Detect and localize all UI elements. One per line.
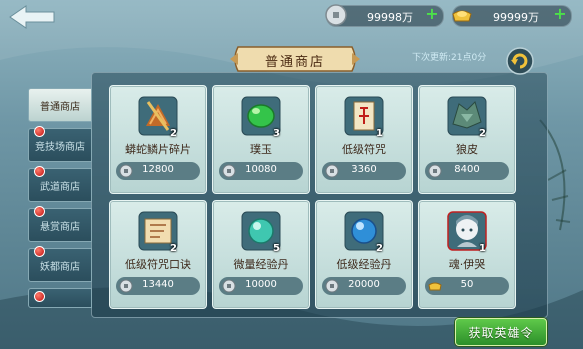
item-name: 低级符咒: [342, 143, 386, 156]
silver-currency-display: 99998万 +: [325, 4, 444, 27]
shop-item-card[interactable]: 2 蟒蛇鳞片碎片 12800: [109, 85, 207, 194]
tab-bounty-shop[interactable]: 悬赏商店: [28, 206, 92, 242]
back-button[interactable]: [8, 4, 58, 30]
tab-general-shop[interactable]: 普通商店: [28, 88, 92, 122]
price-bar: 10080: [219, 162, 303, 180]
item-count: 1: [376, 128, 383, 139]
item-price: 3360: [351, 164, 377, 175]
price-bar: 50: [425, 277, 509, 295]
item-name: 璞玉: [250, 143, 272, 156]
item-name: 低级经验丹: [336, 258, 392, 271]
tab-label: 武道商店: [40, 182, 80, 193]
refresh-time-text: 下次更新:21点0分: [412, 53, 487, 63]
tab-label: 妖都商店: [40, 262, 80, 273]
price-bar: 13440: [116, 277, 200, 295]
refresh-icon: [506, 47, 534, 75]
price-bar: 12800: [116, 162, 200, 180]
item-name: 低级符咒口诀: [125, 258, 191, 271]
gold-ingot-icon: [452, 10, 472, 22]
item-count: 5: [273, 243, 280, 254]
add-gold-button[interactable]: +: [553, 6, 567, 22]
price-bar: 10000: [219, 277, 303, 295]
notification-badge: [34, 246, 45, 257]
item-price: 10000: [245, 279, 277, 290]
silver-coin-icon: [325, 4, 347, 26]
price-bar: 8400: [425, 162, 509, 180]
price-bar: 3360: [322, 162, 406, 180]
item-count: 2: [170, 128, 177, 139]
notification-badge: [34, 291, 45, 302]
item-name: 狼皮: [456, 143, 478, 156]
item-price: 12800: [142, 164, 174, 175]
shop-item-card[interactable]: 1 魂·伊哭 50: [418, 200, 516, 309]
item-count: 2: [376, 243, 383, 254]
shop-title-banner: 普通商店: [230, 43, 360, 75]
get-hero-token-button[interactable]: 获取英雄令: [455, 318, 547, 346]
tab-label: 悬赏商店: [40, 222, 80, 233]
item-count: 3: [273, 128, 280, 139]
item-price: 10080: [245, 164, 277, 175]
notification-badge: [34, 206, 45, 217]
item-name: 微量经验丹: [233, 258, 289, 271]
price-bar: 20000: [322, 277, 406, 295]
tab-martial-shop[interactable]: 武道商店: [28, 166, 92, 202]
tab-more-shop[interactable]: [28, 288, 92, 308]
item-count: 2: [479, 128, 486, 139]
item-name: 魂·伊哭: [448, 258, 486, 271]
gold-amount: 99999万: [493, 11, 539, 24]
item-price: 13440: [142, 279, 174, 290]
shop-item-card[interactable]: 2 低级经验丹 20000: [315, 200, 413, 309]
shop-item-card[interactable]: 1 低级符咒 3360: [315, 85, 413, 194]
item-count: 1: [479, 243, 486, 254]
item-name: 蟒蛇鳞片碎片: [125, 143, 191, 156]
item-count: 2: [170, 243, 177, 254]
silver-amount: 99998万: [367, 11, 413, 24]
shop-item-card[interactable]: 3 璞玉 10080: [212, 85, 310, 194]
notification-badge: [34, 126, 45, 137]
shop-item-card[interactable]: 5 微量经验丹 10000: [212, 200, 310, 309]
refresh-button[interactable]: [506, 47, 534, 75]
item-price: 50: [460, 279, 474, 290]
back-arrow-icon: [9, 5, 55, 29]
item-price: 20000: [348, 279, 380, 290]
gold-currency-display: 99999万 +: [452, 5, 572, 27]
add-silver-button[interactable]: +: [425, 6, 439, 22]
tab-label: 竞技场商店: [35, 142, 85, 153]
tab-arena-shop[interactable]: 竞技场商店: [28, 126, 92, 162]
item-price: 8400: [454, 164, 480, 175]
notification-badge: [34, 166, 45, 177]
shop-item-card[interactable]: 2 低级符咒口诀 13440: [109, 200, 207, 309]
tab-label: 普通商店: [40, 102, 80, 113]
shop-item-card[interactable]: 2 狼皮 8400: [418, 85, 516, 194]
button-label: 获取英雄令: [468, 326, 534, 340]
tab-demon-city-shop[interactable]: 妖都商店: [28, 246, 92, 282]
shop-title: 普通商店: [264, 55, 325, 70]
